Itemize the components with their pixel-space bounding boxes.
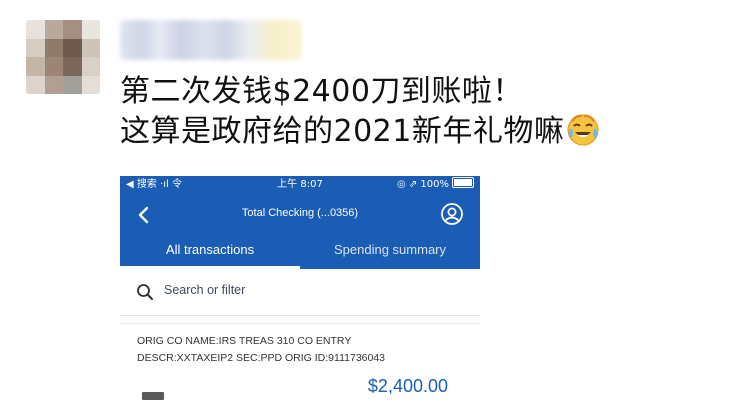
battery-icon [452, 177, 474, 188]
status-bar: ◀ 搜索 ·ıl 令 上午 8:07 ◎ ⇗ 100% [120, 176, 480, 194]
transaction-type-icon [142, 392, 164, 400]
post-text-line-1: 第二次发钱$2400刀到账啦！ [120, 74, 523, 109]
transaction-description-line-2: DESCR:XXTAXEIP2 SEC:PPD ORIG ID:91117360… [137, 352, 386, 364]
transaction-description-line-1: ORIG CO NAME:IRS TREAS 310 CO ENTRY [137, 335, 352, 347]
post-text-line-2-text: 这算是政府给的2021新年礼物嘛 [120, 114, 565, 149]
post-text-line-2: 这算是政府给的2021新年礼物嘛 [120, 112, 600, 152]
post-text: 第二次发钱$2400刀到账啦！ 这算是政府给的2021新年礼物嘛 [120, 72, 600, 152]
transaction-row[interactable]: ORIG CO NAME:IRS TREAS 310 CO ENTRY DESC… [120, 323, 480, 411]
username-blurred[interactable] [120, 20, 302, 60]
profile-icon[interactable] [440, 202, 464, 226]
account-title: Total Checking (...0356) [241, 207, 359, 219]
status-right-text: ◎ ⇗ 100% [396, 179, 449, 190]
face-with-tears-of-joy-icon [567, 114, 599, 146]
bank-app-screenshot: ◀ 搜索 ·ıl 令 上午 8:07 ◎ ⇗ 100% Total Checki… [120, 176, 480, 411]
search-placeholder: Search or filter [164, 283, 246, 297]
tab-all-transactions[interactable]: All transactions [120, 238, 300, 269]
tab-spending-summary[interactable]: Spending summary [300, 238, 480, 269]
app-header: ◀ 搜索 ·ıl 令 上午 8:07 ◎ ⇗ 100% Total Checki… [120, 176, 480, 269]
status-right: ◎ ⇗ 100% [397, 176, 474, 194]
search-input[interactable]: Search or filter [120, 269, 480, 316]
transaction-amount: $2,400.00 [367, 376, 448, 396]
avatar[interactable] [26, 20, 100, 94]
nav-row: Total Checking (...0356) [120, 200, 480, 230]
social-post: 第二次发钱$2400刀到账啦！ 这算是政府给的2021新年礼物嘛 ◀ 搜索 ·ı… [0, 0, 737, 411]
search-icon [137, 284, 153, 300]
tab-bar: All transactions Spending summary [120, 238, 480, 269]
